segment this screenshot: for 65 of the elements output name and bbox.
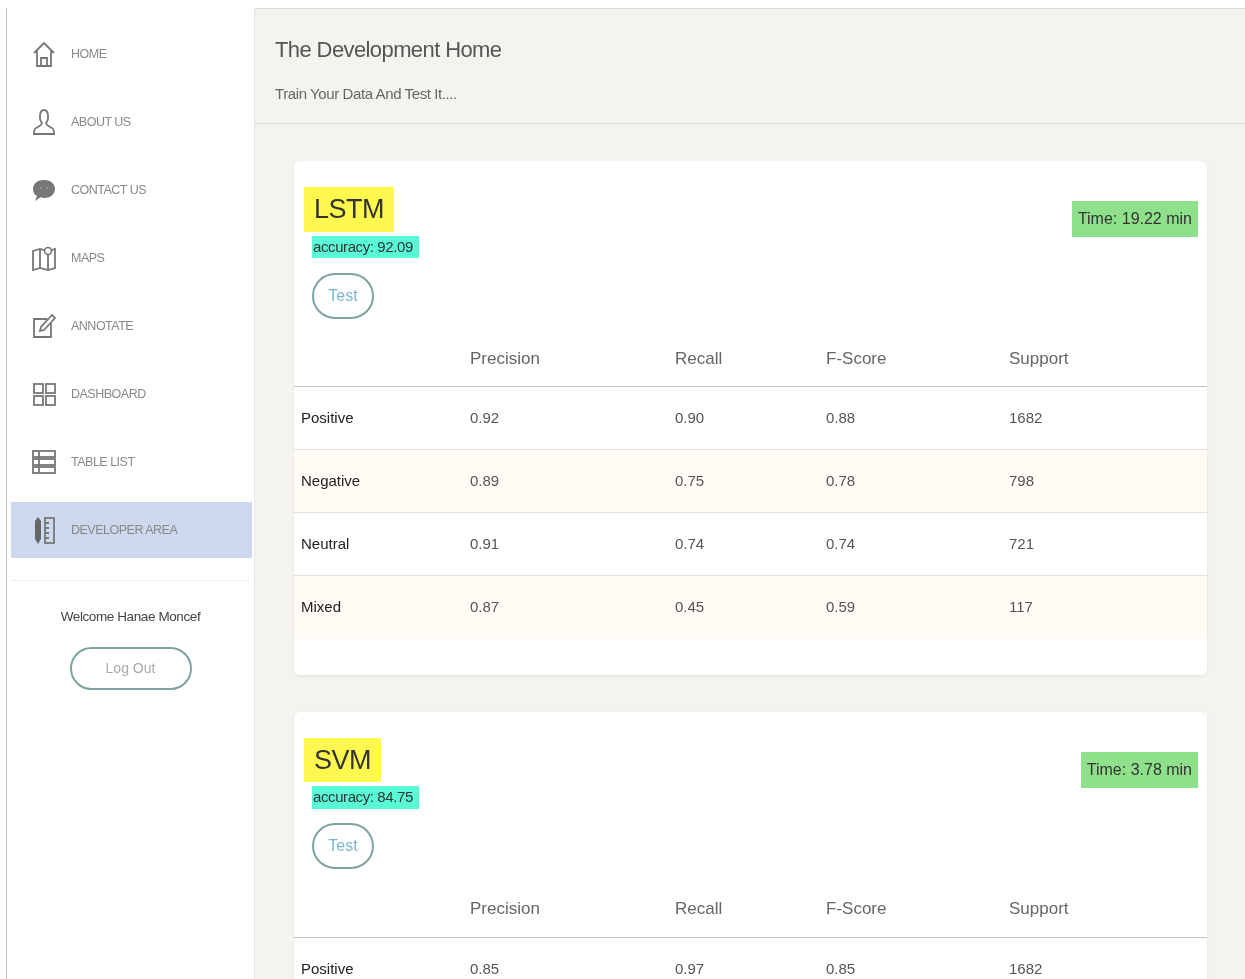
row-label: Mixed (294, 575, 469, 639)
table-cell: 0.78 (825, 449, 1008, 513)
table-cell: 0.88 (825, 386, 1008, 450)
row-label: Positive (294, 937, 469, 979)
sidebar-label: TABLE LIST (71, 453, 135, 471)
edit-icon (31, 311, 57, 341)
time-label: Time: 19.22 min (1071, 201, 1198, 237)
sidebar-label: CONTACT US (71, 181, 147, 199)
column-header: F-Score (825, 881, 1008, 937)
sidebar-item[interactable]: MAPS (11, 230, 252, 286)
table-cell: 117 (1008, 575, 1207, 639)
column-header: Recall (674, 330, 825, 387)
sidebar-item[interactable]: DASHBOARD (11, 366, 252, 422)
table-cell: 0.74 (674, 512, 825, 576)
logout-button[interactable]: Log Out (69, 647, 192, 691)
table-cell: 0.90 (674, 386, 825, 450)
sidebar-label: ABOUT US (71, 113, 131, 131)
column-header: Recall (674, 881, 825, 937)
table-cell: 0.89 (469, 449, 674, 513)
column-header: Precision (469, 330, 674, 387)
accuracy-label: accuracy: 84.75 (312, 786, 419, 809)
sidebar-label: DASHBOARD (71, 385, 146, 403)
sidebar-label: ANNOTATE (71, 317, 134, 335)
table-cell: 798 (1008, 449, 1207, 513)
sidebar-item[interactable]: ANNOTATE (11, 298, 252, 354)
table-cell: 0.97 (674, 937, 825, 979)
model-name: LSTM (304, 187, 394, 232)
table-cell: 1682 (1008, 386, 1207, 450)
table-cell: 0.75 (674, 449, 825, 513)
row-label: Neutral (294, 512, 469, 576)
sidebar-item[interactable]: TABLE LIST (11, 434, 252, 490)
column-header: Precision (469, 881, 674, 937)
table-cell: 721 (1008, 512, 1207, 576)
page-subtitle: Train Your Data And Test It.... (275, 84, 458, 105)
test-button[interactable]: Test (312, 272, 374, 319)
column-header: Support (1008, 330, 1207, 387)
table-cell: 0.87 (469, 575, 674, 639)
test-button[interactable]: Test (312, 823, 374, 869)
table-cell: 0.85 (825, 937, 1008, 979)
accuracy-label: accuracy: 92.09 (312, 235, 419, 258)
sidebar-label: DEVELOPER AREA (71, 521, 178, 539)
sidebar-item[interactable]: ABOUT US (11, 94, 252, 150)
time-label: Time: 3.78 min (1080, 751, 1198, 788)
column-header: Support (1008, 881, 1207, 937)
person-icon (31, 107, 57, 137)
sidebar-label: HOME (71, 45, 107, 63)
table-cell: 0.91 (469, 512, 674, 576)
sidebar-item[interactable]: HOME (11, 26, 252, 82)
column-header: F-Score (825, 330, 1008, 387)
table-cell: 1682 (1008, 937, 1207, 979)
row-label: Negative (294, 449, 469, 513)
sidebar-label: MAPS (71, 249, 105, 267)
table-cell: 0.45 (674, 575, 825, 639)
home-icon (31, 39, 57, 69)
page-title: The Development Home (275, 37, 503, 64)
row-label: Positive (294, 386, 469, 450)
table-cell: 0.59 (825, 575, 1008, 639)
sidebar-item[interactable]: DEVELOPER AREA (11, 502, 252, 558)
table-cell: 0.85 (469, 937, 674, 979)
list-icon (31, 447, 57, 477)
model-name: SVM (304, 737, 381, 782)
welcome-text: Welcome Hanae Moncef (59, 608, 202, 626)
sidebar-item[interactable]: CONTACT US (11, 162, 252, 218)
table-cell: 0.74 (825, 512, 1008, 576)
table-cell: 0.92 (469, 386, 674, 450)
